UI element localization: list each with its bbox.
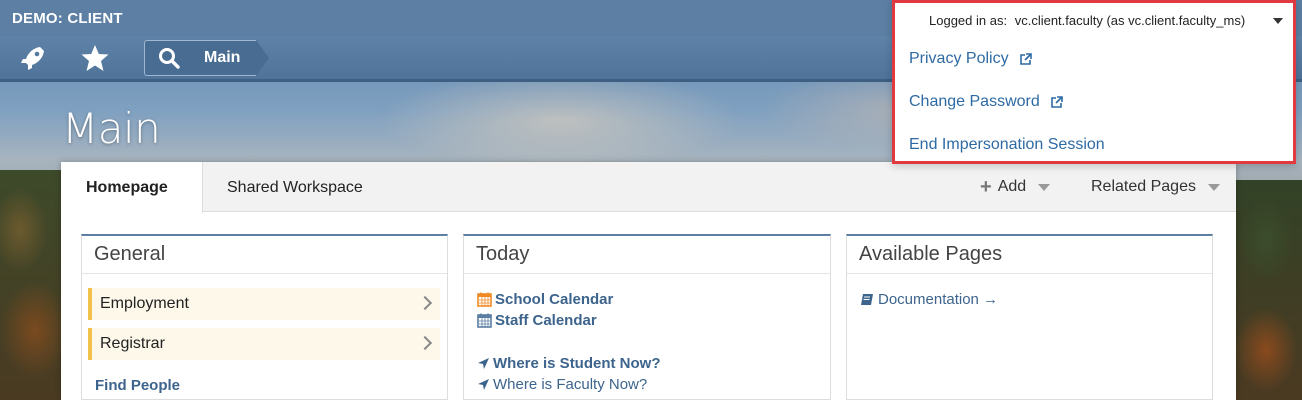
logged-in-label: Logged in as: [929,13,1008,28]
where-faculty-label: Where is Faculty Now? [493,376,648,393]
background-tree-left [0,170,62,400]
documentation-link[interactable]: Documentation → [860,291,998,308]
breadcrumb-main[interactable]: Main [192,40,256,76]
search-button[interactable] [144,40,192,76]
privacy-policy-label: Privacy Policy [909,50,1009,67]
general-item-employment[interactable]: Employment [88,288,440,320]
tab-bar: Homepage Shared Workspace + Add Related … [61,162,1236,213]
logged-in-user: vc.client.faculty (as vc.client.faculty_… [1014,13,1246,28]
find-people-link[interactable]: Find People [95,377,180,394]
user-menu-dropdown: Logged in as: vc.client.faculty (as vc.c… [892,0,1296,164]
general-item-label: Registrar [100,335,165,352]
available-pages-panel: Available Pages Documentation → [846,234,1213,400]
page-title: Main [62,104,161,153]
today-title: Today [464,236,830,274]
privacy-policy-link[interactable]: Privacy Policy [909,50,1032,68]
where-faculty-link[interactable]: Where is Faculty Now? [477,376,647,393]
documentation-label: Documentation → [878,291,999,308]
change-password-label: Change Password [909,93,1040,110]
breadcrumb-arrow [256,40,269,76]
where-student-link[interactable]: Where is Student Now? [477,355,661,372]
add-button[interactable]: + Add [980,176,1051,198]
general-panel: General Employment Registrar Find People [81,234,448,400]
add-label: Add [997,178,1027,195]
external-link-icon [1019,52,1032,65]
brand-label: DEMO: CLIENT [12,10,123,27]
rocket-icon[interactable] [18,43,48,73]
where-student-label: Where is Student Now? [493,355,661,372]
book-icon [861,293,873,305]
external-link-icon [1050,95,1063,108]
general-item-registrar[interactable]: Registrar [88,328,440,360]
calendar-icon [477,313,492,328]
star-icon[interactable] [80,43,110,73]
staff-calendar-label: Staff Calendar [495,312,597,329]
staff-calendar-link[interactable]: Staff Calendar [477,312,597,329]
chevron-right-icon [417,335,433,351]
caret-down-icon [1273,18,1283,24]
chevron-down-icon [1038,183,1051,191]
chevron-down-icon [1207,183,1220,191]
chevron-right-icon [417,295,433,311]
related-pages-button[interactable]: Related Pages [1091,178,1220,196]
related-pages-label: Related Pages [1091,178,1196,195]
tab-shared-workspace[interactable]: Shared Workspace [227,162,363,213]
today-panel: Today School Calendar Staff Calendar Whe… [463,234,831,400]
end-impersonation-link[interactable]: End Impersonation Session [909,136,1105,154]
search-icon [158,48,180,69]
school-calendar-link[interactable]: School Calendar [477,291,613,308]
location-arrow-icon [478,379,489,390]
general-title: General [82,236,447,274]
end-impersonation-label: End Impersonation Session [909,136,1105,153]
main-card: Homepage Shared Workspace + Add Related … [61,162,1236,400]
available-pages-title: Available Pages [847,236,1212,274]
tab-homepage[interactable]: Homepage [61,162,203,213]
school-calendar-label: School Calendar [495,291,614,308]
background-tree-right [1236,180,1302,400]
change-password-link[interactable]: Change Password [909,93,1063,111]
location-arrow-icon [478,358,489,369]
calendar-icon [477,292,492,307]
logged-in-header[interactable]: Logged in as: vc.client.faculty (as vc.c… [895,3,1293,37]
plus-icon: + [980,176,992,198]
general-item-label: Employment [100,295,189,312]
